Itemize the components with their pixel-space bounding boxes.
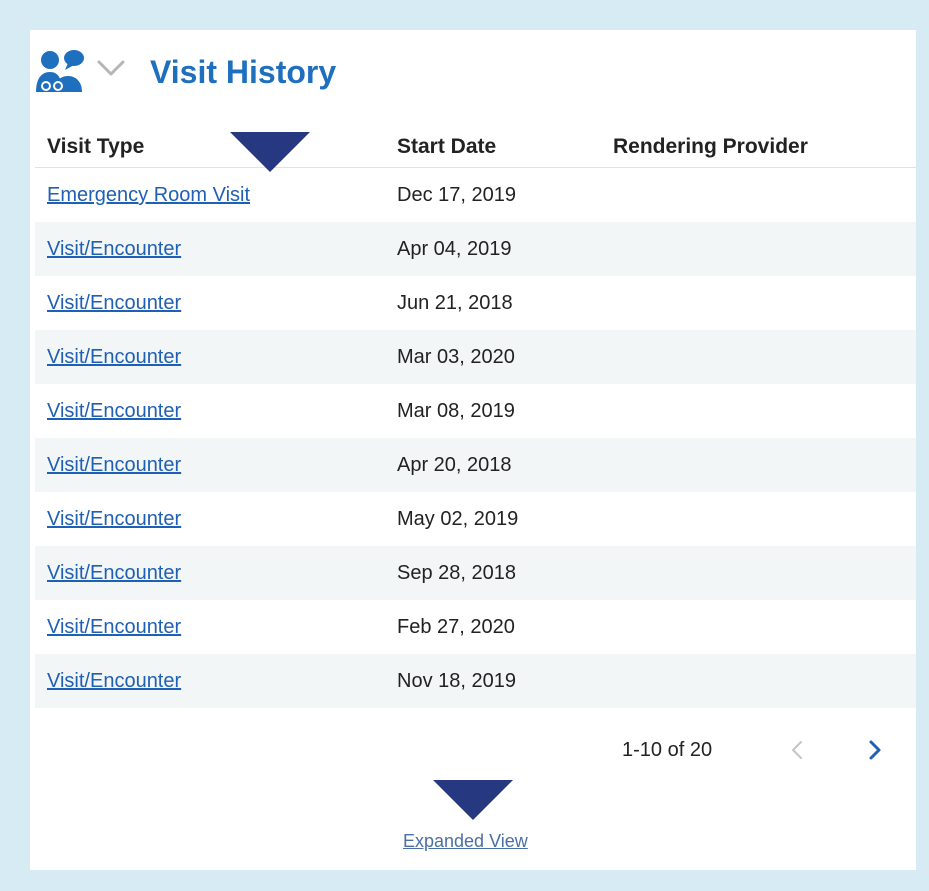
visit-type-link[interactable]: Visit/Encounter xyxy=(47,235,181,263)
start-date-cell: Sep 28, 2018 xyxy=(397,562,516,584)
chevron-down-icon[interactable] xyxy=(96,58,126,78)
start-date-cell: Mar 03, 2020 xyxy=(397,346,515,368)
annotation-arrow-marker xyxy=(230,132,310,172)
start-date-cell: Jun 21, 2018 xyxy=(397,292,513,314)
table-row: Visit/Encounter May 02, 2019 xyxy=(35,492,916,546)
start-date-cell: May 02, 2019 xyxy=(397,508,519,530)
annotation-arrow-marker xyxy=(433,780,513,820)
visit-type-link[interactable]: Visit/Encounter xyxy=(47,343,181,371)
visit-type-link[interactable]: Visit/Encounter xyxy=(47,559,181,587)
start-date-cell: Apr 04, 2019 xyxy=(397,238,512,260)
visit-history-panel: Visit History Visit Type Start Date Rend… xyxy=(30,30,916,870)
visit-type-link[interactable]: Visit/Encounter xyxy=(47,397,181,425)
pagination-range: 1-10 of 20 xyxy=(622,739,713,761)
visit-type-link[interactable]: Visit/Encounter xyxy=(47,289,181,317)
start-date-cell: Nov 18, 2019 xyxy=(397,670,516,692)
panel-header: Visit History xyxy=(30,30,916,120)
table-row: Visit/Encounter Apr 04, 2019 xyxy=(35,222,916,276)
table-row: Visit/Encounter Apr 20, 2018 xyxy=(35,438,916,492)
page-title: Visit History xyxy=(150,54,337,90)
visit-type-link[interactable]: Emergency Room Visit xyxy=(47,181,250,209)
column-header-start-date: Start Date xyxy=(397,135,497,158)
chevron-right-icon[interactable] xyxy=(862,738,886,762)
table-row: Visit/Encounter Mar 08, 2019 xyxy=(35,384,916,438)
table-row: Visit/Encounter Jun 21, 2018 xyxy=(35,276,916,330)
table-row: Visit/Encounter Sep 28, 2018 xyxy=(35,546,916,600)
column-header-rendering-provider: Rendering Provider xyxy=(613,135,808,158)
people-chat-icon xyxy=(36,50,84,92)
chevron-left-icon[interactable] xyxy=(786,738,810,762)
start-date-cell: Dec 17, 2019 xyxy=(397,184,516,206)
column-header-visit-type: Visit Type xyxy=(47,135,145,158)
start-date-cell: Apr 20, 2018 xyxy=(397,454,512,476)
table-row: Visit/Encounter Nov 18, 2019 xyxy=(35,654,916,708)
table-row: Visit/Encounter Mar 03, 2020 xyxy=(35,330,916,384)
expanded-view-link[interactable]: Expanded View xyxy=(403,829,528,853)
visit-type-link[interactable]: Visit/Encounter xyxy=(47,667,181,695)
table-row: Emergency Room Visit Dec 17, 2019 xyxy=(35,168,916,222)
visit-type-link[interactable]: Visit/Encounter xyxy=(47,451,181,479)
visit-type-link[interactable]: Visit/Encounter xyxy=(47,505,181,533)
start-date-cell: Mar 08, 2019 xyxy=(397,400,515,422)
visit-type-link[interactable]: Visit/Encounter xyxy=(47,613,181,641)
start-date-cell: Feb 27, 2020 xyxy=(397,616,515,638)
table-row: Visit/Encounter Feb 27, 2020 xyxy=(35,600,916,654)
